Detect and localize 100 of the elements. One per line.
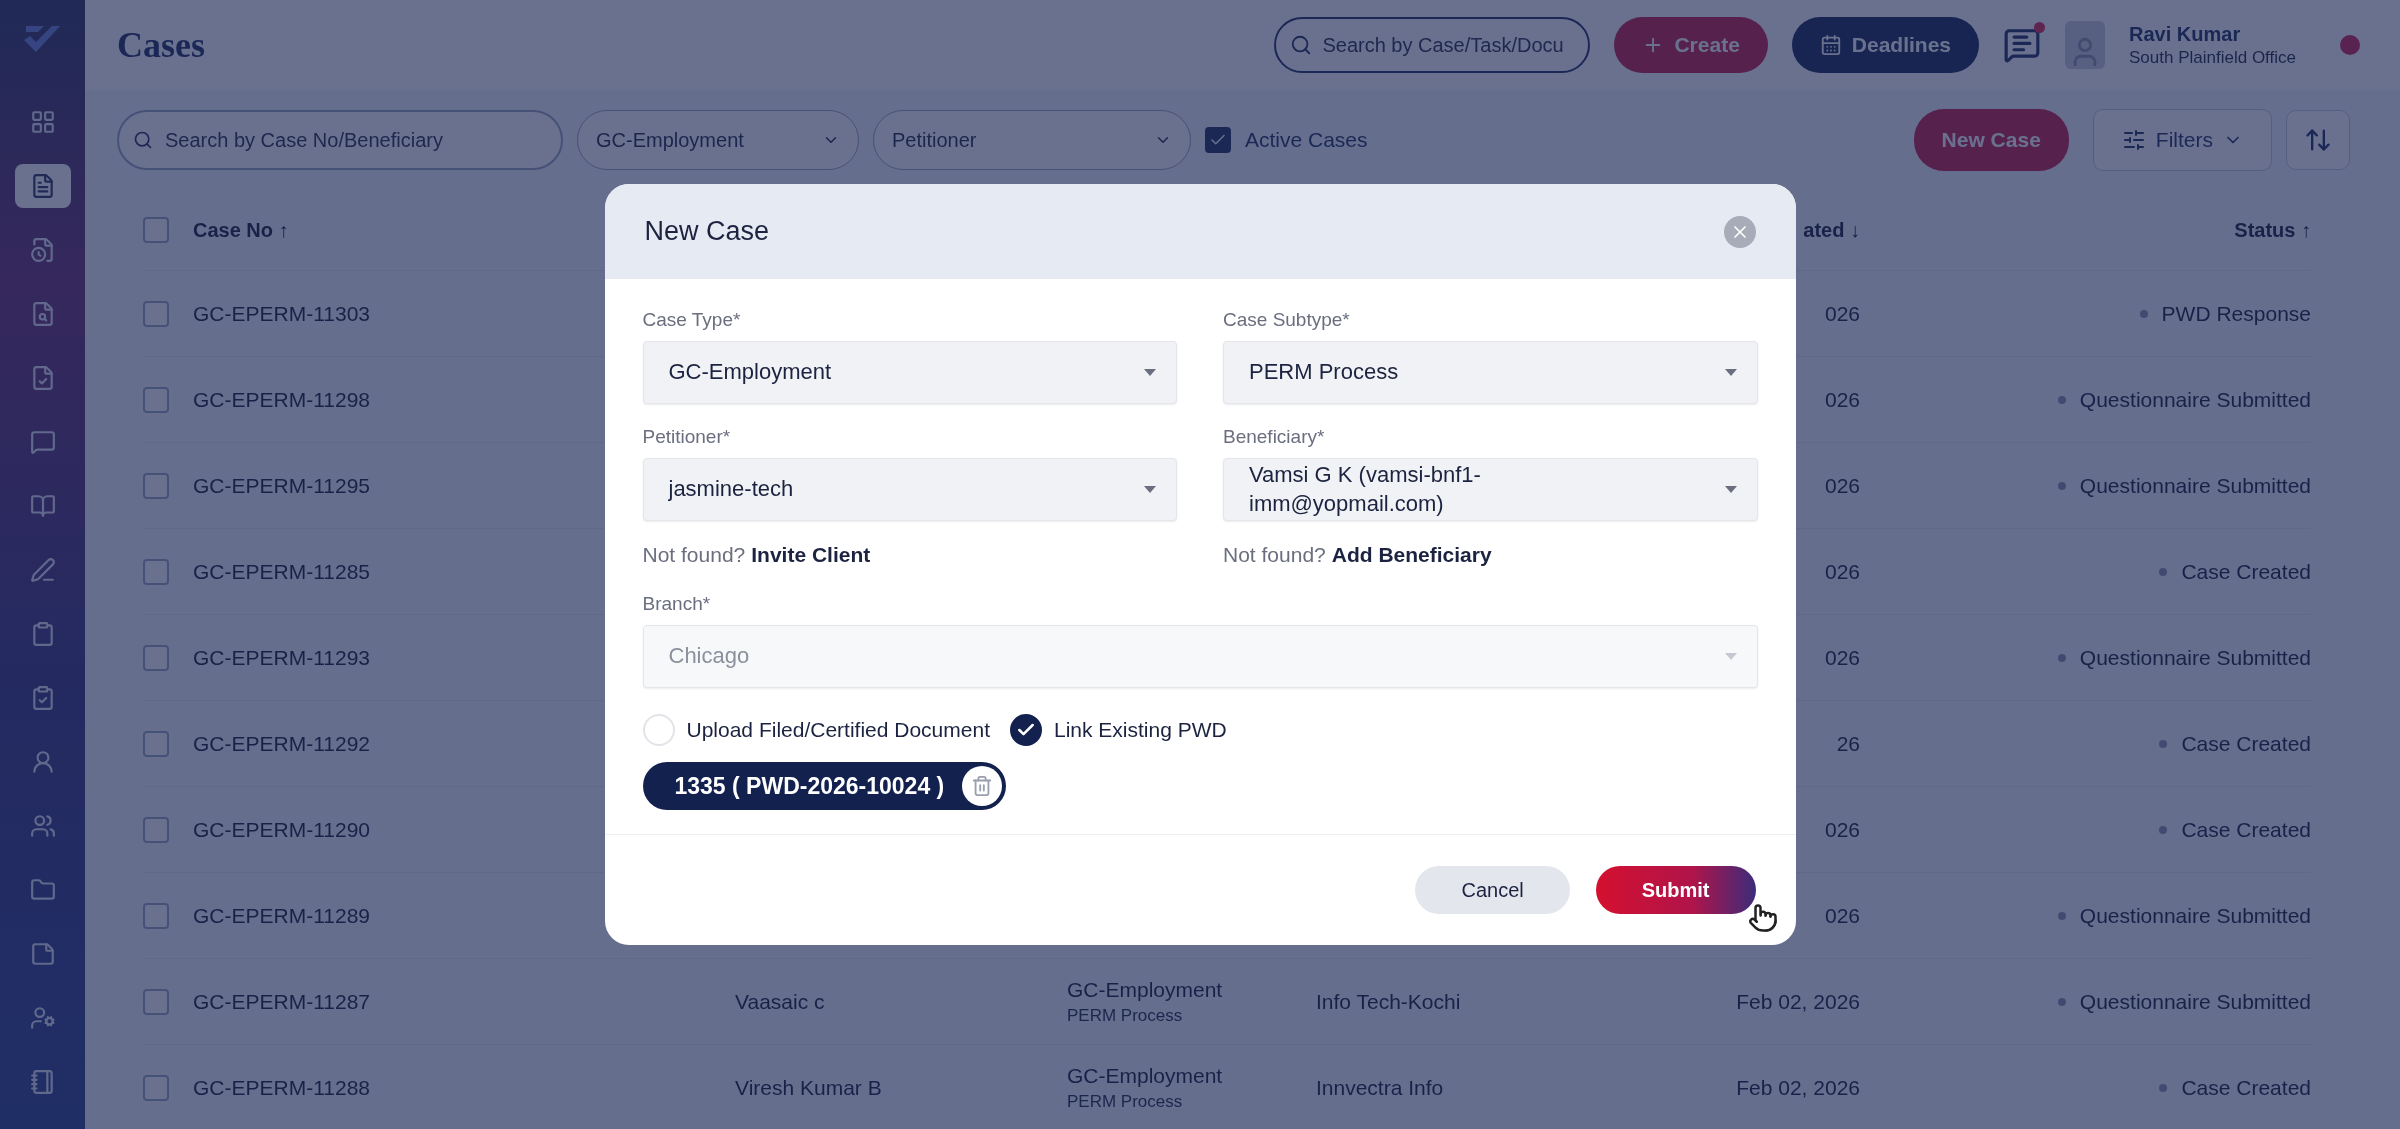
checkbox[interactable] (1205, 127, 1231, 153)
checkbox[interactable] (143, 644, 169, 671)
status-dot (2057, 997, 2066, 1006)
not-found-note: Not found? Add Beneficiary (1223, 543, 1493, 567)
status-text: Questionnaire Submitted (2079, 645, 2311, 670)
checkbox[interactable] (143, 902, 169, 929)
sort-button[interactable] (2286, 110, 2350, 170)
select-field[interactable]: Vamsi G K (vamsi-bnf1-imm@yopmail.com) (1223, 458, 1758, 521)
checkbox[interactable] (143, 300, 169, 327)
case-type: GC-Employment (1067, 977, 1224, 1002)
new-case-button[interactable]: New Case (1913, 109, 2069, 171)
case-number: GC-EPERM-11295 (193, 473, 370, 498)
deadlines-button[interactable]: Deadlines (1791, 17, 1980, 73)
created-date: 026 (1824, 301, 1860, 326)
checkbox[interactable] (143, 472, 169, 499)
case-subtype: PERM Process (1067, 1005, 1184, 1026)
created-date: 026 (1824, 473, 1860, 498)
select-field[interactable]: GC-Employment (642, 341, 1177, 404)
petitioner-select[interactable]: Petitioner (873, 110, 1191, 170)
status-dot (2159, 739, 2168, 748)
search-field[interactable]: Search by Case No/Beneficiary (117, 110, 563, 170)
status-text: Case Created (2181, 1075, 2311, 1100)
trash-icon (971, 775, 994, 797)
beneficiary-name: Vaasaic c (735, 989, 825, 1013)
caret-icon (1724, 485, 1737, 494)
delete-button[interactable] (962, 766, 1003, 806)
pen-icon (29, 557, 56, 583)
created-date: 026 (1824, 387, 1860, 412)
field-label: Branch* (642, 593, 712, 615)
checkbox[interactable] (143, 988, 169, 1015)
petitioner-name: Innvectra Info (1316, 1075, 1444, 1099)
checkbox[interactable] (143, 1074, 169, 1101)
status-dot (2159, 1083, 2168, 1092)
filters-button[interactable]: Filters (2092, 109, 2272, 171)
caret-icon (1144, 368, 1156, 377)
status-text: Questionnaire Submitted (2079, 903, 2311, 928)
status-text: Case Created (2181, 817, 2311, 842)
checkbox[interactable] (143, 558, 169, 585)
checkbox[interactable] (143, 730, 169, 757)
case-number: GC-EPERM-11285 (193, 559, 370, 584)
submit-button[interactable]: Submit (1595, 866, 1756, 914)
field-label: Case Type* (642, 309, 742, 331)
search-field[interactable]: Search by Case/Task/Docu (1274, 17, 1591, 73)
case-number: GC-EPERM-11287 (193, 989, 370, 1014)
case-number: GC-EPERM-11303 (193, 301, 370, 326)
add-link[interactable]: Invite Client (751, 543, 871, 566)
option-label: Link Existing PWD (1054, 718, 1227, 742)
select-field[interactable]: PERM Process (1223, 341, 1758, 404)
notification-dot (2034, 22, 2046, 33)
created-date: Feb 02, 2026 (1736, 1075, 1860, 1100)
column-header[interactable]: Status ↑ (1860, 218, 2311, 242)
select-field[interactable]: jasmine-tech (642, 458, 1177, 521)
checkbox[interactable] (143, 386, 169, 413)
cancel-button[interactable]: Cancel (1415, 866, 1570, 914)
status-dot (2057, 395, 2066, 404)
user-office: South Plainfield Office (2129, 47, 2296, 68)
dialog-title: New Case (644, 216, 770, 247)
case-subtype: PERM Process (1067, 1091, 1184, 1112)
caret-icon (1724, 368, 1737, 377)
close-button[interactable] (1723, 215, 1756, 248)
status-text: PWD Response (2161, 301, 2311, 326)
created-date: 026 (1824, 559, 1860, 584)
status-text: Questionnaire Submitted (2079, 473, 2311, 498)
search-icon (133, 130, 153, 150)
beneficiary-name: Viresh Kumar B (735, 1075, 882, 1099)
not-found-note: Not found? Invite Client (642, 543, 872, 567)
status-dot (2057, 481, 2066, 490)
create-button[interactable]: Create (1614, 17, 1768, 73)
created-date: 026 (1824, 817, 1860, 842)
note-icon (29, 941, 56, 967)
caret-icon (1724, 652, 1737, 661)
page-title: Cases (117, 24, 206, 66)
petitioner-name: Info Tech-Kochi (1316, 989, 1461, 1013)
user-name: Ravi Kumar (2129, 22, 2242, 46)
pointer-cursor-icon (1747, 903, 1778, 933)
checkbox[interactable] (143, 816, 169, 843)
case-type-select[interactable]: GC-Employment (577, 110, 859, 170)
search-icon (1290, 34, 1313, 56)
add-link[interactable]: Add Beneficiary (1331, 543, 1492, 566)
sidebar-item[interactable] (14, 164, 71, 208)
document-clock-icon (29, 237, 56, 263)
field-label: Beneficiary* (1223, 426, 1326, 448)
people-icon (29, 813, 56, 839)
chat-icon (29, 429, 56, 455)
grid-icon (29, 109, 56, 135)
calendar-icon (1819, 34, 1842, 56)
status-text: Questionnaire Submitted (2079, 989, 2311, 1014)
checkbox[interactable] (143, 217, 169, 243)
column-header[interactable]: Case No ↑ (193, 218, 289, 242)
caret-icon (1144, 485, 1156, 494)
notebook-icon (29, 1069, 56, 1095)
option-toggle[interactable] (1010, 714, 1042, 746)
person-gear-icon (29, 1005, 56, 1031)
book-icon (29, 493, 56, 519)
status-dot (2057, 911, 2066, 920)
status-icon (2340, 35, 2360, 55)
folder-icon (29, 877, 56, 903)
status-dot (2159, 567, 2168, 576)
chip-label: 1335 ( PWD-2026-10024 ) (674, 772, 945, 800)
case-number: GC-EPERM-11288 (193, 1075, 370, 1100)
